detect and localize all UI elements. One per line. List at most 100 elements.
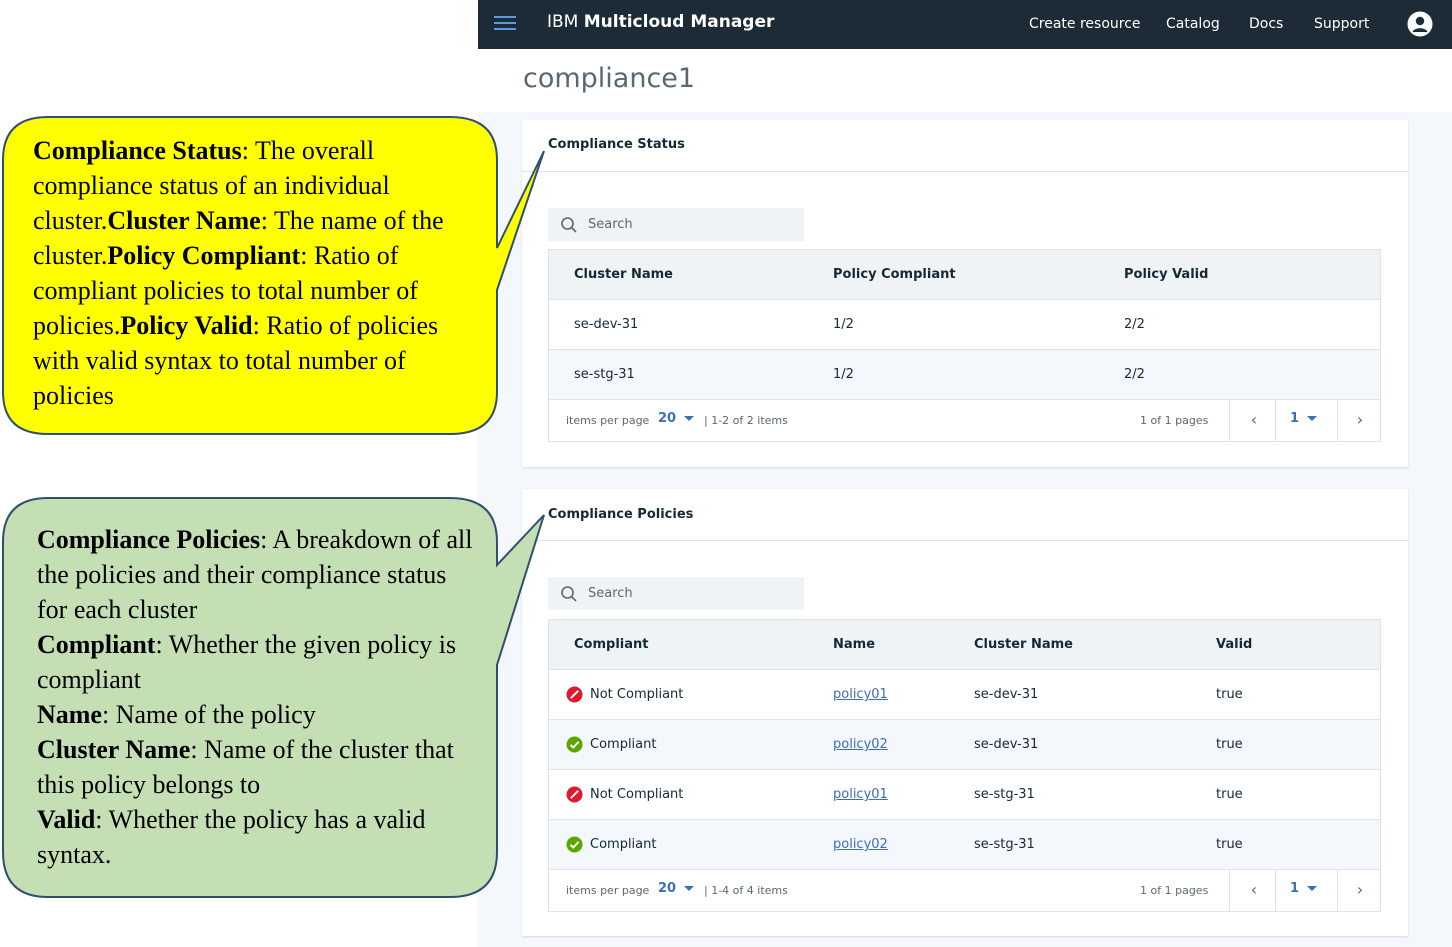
compliance-status-text: Not Compliant	[590, 787, 684, 802]
search-icon	[561, 217, 577, 233]
column-header-name[interactable]: Name	[833, 637, 875, 652]
column-header-compliant[interactable]: Compliant	[574, 637, 648, 652]
callout-description: : Whether the policy has a valid syntax.	[37, 805, 426, 869]
page-count-text: 1 of 1 pages	[1140, 884, 1209, 897]
callout-term: Compliance Policies	[37, 525, 261, 554]
cluster-name-cell: se-dev-31	[974, 737, 1039, 752]
policy-name-link[interactable]: policy02	[833, 737, 888, 752]
items-per-page-value: 20	[658, 881, 677, 896]
divider	[1229, 400, 1230, 441]
valid-cell: true	[1216, 687, 1243, 702]
page-count-text: 1 of 1 pages	[1140, 414, 1209, 427]
items-per-page-value: 20	[658, 411, 677, 426]
policy-compliant-cell: 1/2	[833, 367, 854, 382]
column-header-cluster-name[interactable]: Cluster Name	[974, 637, 1073, 652]
compliance-policies-table: Compliant Name Cluster Name Valid Not Co…	[548, 619, 1381, 912]
column-header-valid[interactable]: Valid	[1216, 637, 1252, 652]
pagination-bar: items per page 20 | 1-4 of 4 items 1 of …	[549, 870, 1380, 911]
page-number-value: 1	[1290, 411, 1300, 426]
not-compliant-icon	[566, 686, 583, 703]
page-number-select[interactable]: 1	[1290, 881, 1318, 896]
brand-logo: IBM Multicloud Manager	[547, 12, 774, 32]
compliance-policies-card: Compliance Policies Compliant Name Clust…	[522, 489, 1408, 936]
nav-support[interactable]: Support	[1314, 16, 1369, 32]
items-per-page-label: items per page	[566, 414, 650, 427]
divider	[1275, 870, 1276, 911]
card-divider	[522, 540, 1408, 541]
previous-page-button[interactable]: ‹	[1232, 870, 1276, 911]
compliance-status-title: Compliance Status	[548, 137, 685, 152]
brand-name: Multicloud Manager	[583, 12, 775, 32]
user-avatar-icon[interactable]	[1407, 11, 1433, 37]
callout-term: Cluster Name	[37, 735, 191, 764]
policy-name-link[interactable]: policy01	[833, 787, 888, 802]
callout-term: Compliance Status	[33, 136, 242, 165]
caret-down-icon	[684, 886, 695, 891]
table-row: Not Compliant policy01 se-stg-31 true	[549, 770, 1380, 820]
policy-name-link[interactable]: policy02	[833, 837, 888, 852]
valid-cell: true	[1216, 837, 1243, 852]
callout-description: : Name of the policy	[101, 700, 316, 729]
cluster-name-cell: se-dev-31	[974, 687, 1039, 702]
policy-compliant-cell: 1/2	[833, 317, 854, 332]
pagination-bar: items per page 20 | 1-2 of 2 items 1 of …	[549, 400, 1380, 441]
compliance-status-text: Not Compliant	[590, 687, 684, 702]
column-header-policy-valid[interactable]: Policy Valid	[1124, 267, 1208, 282]
app-window: IBM Multicloud Manager Create resource C…	[478, 0, 1452, 947]
nav-create-resource[interactable]: Create resource	[1029, 16, 1141, 32]
next-page-button[interactable]: ›	[1338, 400, 1382, 441]
items-per-page-select[interactable]: 20	[658, 881, 695, 896]
cluster-name-cell: se-stg-31	[574, 367, 635, 382]
callout-term: Cluster Name	[107, 206, 261, 235]
table-header-row: Cluster Name Policy Compliant Policy Val…	[549, 250, 1380, 300]
compliance-status-card: Compliance Status Cluster Name Policy Co…	[522, 120, 1408, 467]
divider	[1229, 870, 1230, 911]
table-header-row: Compliant Name Cluster Name Valid	[549, 620, 1380, 670]
callout-term: Policy Compliant	[107, 241, 301, 270]
nav-catalog[interactable]: Catalog	[1166, 16, 1220, 32]
compliant-check-icon	[566, 736, 583, 753]
column-header-cluster-name[interactable]: Cluster Name	[574, 267, 673, 282]
not-compliant-icon	[566, 786, 583, 803]
cluster-name-cell: se-dev-31	[574, 317, 639, 332]
item-range-text: | 1-2 of 2 items	[704, 414, 788, 427]
items-per-page-select[interactable]: 20	[658, 411, 695, 426]
table-row: se-stg-31 1/2 2/2	[549, 350, 1380, 400]
compliant-check-icon	[566, 836, 583, 853]
table-row: Compliant policy02 se-stg-31 true	[549, 820, 1380, 870]
callout-term: Compliant	[37, 630, 156, 659]
callout-term: Valid	[37, 805, 96, 834]
policy-name-link[interactable]: policy01	[833, 687, 888, 702]
compliance-status-search	[548, 208, 804, 241]
policy-valid-cell: 2/2	[1124, 317, 1145, 332]
page-number-select[interactable]: 1	[1290, 411, 1318, 426]
card-divider	[522, 171, 1408, 172]
column-header-policy-compliant[interactable]: Policy Compliant	[833, 267, 956, 282]
caret-down-icon	[684, 416, 695, 421]
next-page-button[interactable]: ›	[1338, 870, 1382, 911]
page-header: compliance1	[478, 49, 1452, 112]
page-number-value: 1	[1290, 881, 1300, 896]
valid-cell: true	[1216, 737, 1243, 752]
caret-down-icon	[1307, 416, 1318, 421]
items-per-page-label: items per page	[566, 884, 650, 897]
valid-cell: true	[1216, 787, 1243, 802]
search-input[interactable]	[588, 577, 798, 610]
policy-valid-cell: 2/2	[1124, 367, 1145, 382]
table-row: se-dev-31 1/2 2/2	[549, 300, 1380, 350]
cluster-name-cell: se-stg-31	[974, 837, 1035, 852]
divider	[1275, 400, 1276, 441]
compliance-policies-callout-text: Compliance Policies: A breakdown of all …	[37, 522, 477, 872]
previous-page-button[interactable]: ‹	[1232, 400, 1276, 441]
callout-term: Policy Valid	[120, 311, 253, 340]
compliance-policies-title: Compliance Policies	[548, 507, 694, 522]
cluster-name-cell: se-stg-31	[974, 787, 1035, 802]
search-input[interactable]	[588, 208, 798, 241]
nav-docs[interactable]: Docs	[1249, 16, 1283, 32]
callout-term: Name	[37, 700, 102, 729]
search-icon	[561, 586, 577, 602]
item-range-text: | 1-4 of 4 items	[704, 884, 788, 897]
table-row: Not Compliant policy01 se-dev-31 true	[549, 670, 1380, 720]
compliance-status-text: Compliant	[590, 837, 657, 852]
compliance-status-callout-text: Compliance Status: The overall complianc…	[33, 133, 478, 413]
